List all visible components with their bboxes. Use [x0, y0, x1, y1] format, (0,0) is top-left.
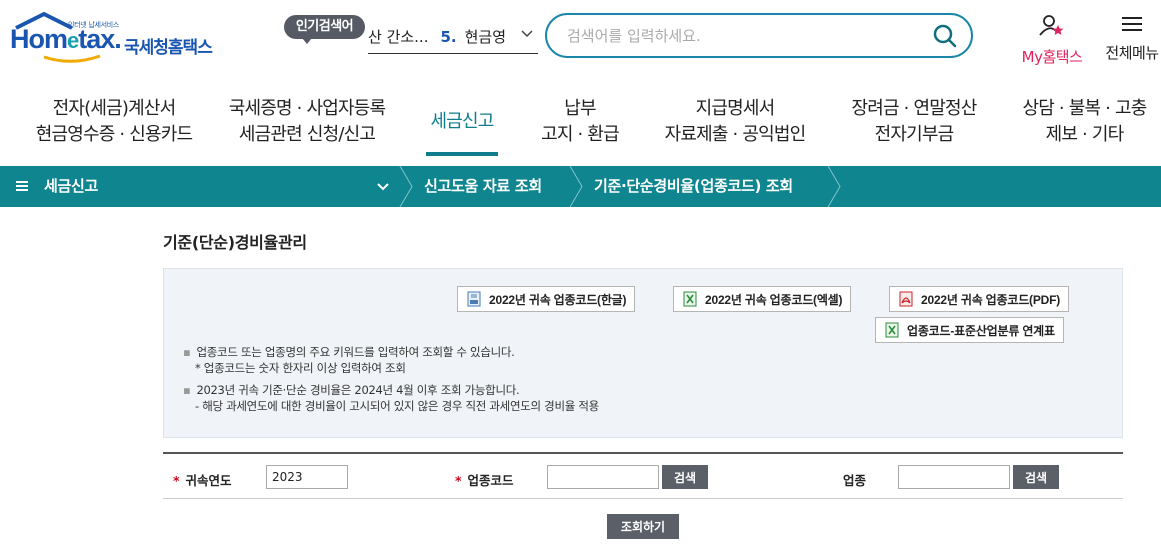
nav-item-certificates[interactable]: 국세증명 · 사업자등록 세금관련 신청/신고: [212, 96, 402, 148]
hamburger-menu-icon: [1122, 17, 1142, 31]
chevron-down-icon[interactable]: [520, 27, 534, 41]
excel-file-icon: [885, 322, 899, 338]
nav-item-consultation[interactable]: 상담 · 불복 · 고충 제보 · 기타: [1008, 96, 1161, 148]
active-tab-underline: [426, 152, 498, 156]
search-icon[interactable]: [933, 24, 957, 48]
breadcrumb-level2[interactable]: 신고도움 자료 조회: [424, 166, 542, 207]
year-input[interactable]: [266, 465, 348, 489]
nav-item-payment-statements[interactable]: 지급명세서 자료제출 · 공익법인: [650, 96, 820, 148]
download-excel-button[interactable]: 2022년 귀속 업종코드(엑셀): [673, 286, 852, 312]
nav-item-line1: 납부: [564, 98, 596, 119]
nav-item-line1: 전자(세금)계산서: [52, 98, 177, 119]
industry-code-input[interactable]: [547, 465, 659, 489]
note-subitem: * 업종코드는 숫자 한자리 이상 입력하여 조회: [195, 361, 406, 375]
popular-keyword-current[interactable]: 현금영: [465, 26, 506, 47]
nav-item-incentives[interactable]: 장려금 · 연말정산 전자기부금: [834, 96, 994, 148]
popular-keywords-badge: 인기검색어: [284, 15, 365, 44]
note-item: ▪ 업종코드 또는 업종명의 주요 키워드를 입력하여 조회할 수 있습니다.: [183, 345, 515, 359]
breadcrumb: 세금신고 신고도움 자료 조회 기준·단순경비율(업종코드) 조회: [0, 166, 1161, 207]
nav-item-line2: 제보 · 기타: [1045, 124, 1125, 145]
nav-item-line1: 지급명세서: [695, 98, 776, 119]
popular-keyword-prev[interactable]: 산 간소...: [368, 26, 428, 47]
submit-query-button[interactable]: 조회하기: [607, 514, 679, 539]
nav-item-line1: 세금신고: [430, 111, 494, 132]
nav-item-line2: 고지 · 환급: [541, 124, 620, 145]
download-excel-label: 2022년 귀속 업종코드(엑셀): [705, 292, 843, 307]
nav-item-line1: 국세증명 · 사업자등록: [228, 98, 386, 119]
logo-korean-name: 국세청홈택스: [124, 38, 213, 58]
logo-wordmark: Hometax.: [10, 24, 122, 54]
industry-code-label: * 업종코드: [455, 473, 514, 488]
nav-item-einvoice[interactable]: 전자(세금)계산서 현금영수증 · 신용카드: [24, 96, 204, 148]
search-box: [545, 13, 973, 58]
nav-item-line2: 현금영수증 · 신용카드: [35, 124, 193, 145]
breadcrumb-separator-icon: [399, 166, 413, 207]
breadcrumb-separator-icon: [827, 166, 841, 207]
industry-code-search-button[interactable]: 검색: [662, 465, 709, 489]
chevron-down-icon[interactable]: [376, 181, 390, 193]
my-hometax-label: My홈택스: [1021, 48, 1083, 66]
hometax-logo[interactable]: 인터넷 납세서비스 Hometax. 국세청홈택스: [6, 10, 221, 66]
breadcrumb-separator-icon: [569, 166, 583, 207]
breadcrumb-level3[interactable]: 기준·단순경비율(업종코드) 조회: [594, 166, 793, 207]
search-form: *귀속연도 *업종코드 검색 업종 검색: [163, 452, 1123, 499]
download-mapping-label: 업종코드-표준산업분류 연계표: [907, 323, 1055, 338]
user-star-icon: [1039, 15, 1064, 36]
list-menu-icon[interactable]: [16, 180, 28, 192]
hwp-file-icon: [467, 291, 481, 307]
year-label: * 귀속연도: [173, 473, 232, 488]
download-mapping-table-button[interactable]: 업종코드-표준산업분류 연계표: [875, 317, 1064, 343]
notes-list: ▪ 업종코드 또는 업종명의 주요 키워드를 입력하여 조회할 수 있습니다. *…: [183, 344, 599, 414]
main-nav: 전자(세금)계산서 현금영수증 · 신용카드 국세증명 · 사업자등록 세금관련…: [0, 90, 1161, 160]
nav-item-line1: 장려금 · 연말정산: [851, 98, 977, 119]
page-title: 기준(단순)경비율관리: [163, 233, 307, 252]
nav-item-payment[interactable]: 납부 고지 · 환급: [520, 96, 640, 148]
popular-keywords-ticker[interactable]: 산 간소... 5. 현금영: [368, 20, 538, 54]
note-item: ▪ 2023년 귀속 기준·단순 경비율은 2024년 4월 이후 조회 가능합니…: [183, 383, 520, 397]
industry-name-label: 업종: [843, 473, 867, 488]
all-menu-label: 전체메뉴: [1105, 44, 1159, 62]
breadcrumb-section[interactable]: 세금신고: [44, 166, 98, 207]
download-hwp-button[interactable]: 2022년 귀속 업종코드(한글): [457, 286, 636, 312]
nav-item-line2: 세금관련 신청/신고: [238, 124, 376, 145]
download-hwp-label: 2022년 귀속 업종코드(한글): [489, 292, 627, 307]
search-input[interactable]: [567, 23, 927, 49]
download-pdf-label: 2022년 귀속 업종코드(PDF): [921, 292, 1061, 307]
note-subitem: - 해당 과세연도에 대한 경비율이 고시되어 있지 않은 경우 직전 과세연도…: [195, 399, 599, 413]
industry-name-search-button[interactable]: 검색: [1013, 465, 1060, 489]
nav-item-line2: 자료제출 · 공익법인: [664, 124, 807, 145]
nav-item-line2: 전자기부금: [874, 124, 955, 145]
download-pdf-button[interactable]: 2022년 귀속 업종코드(PDF): [889, 286, 1070, 312]
logo-swoosh-icon: [43, 54, 101, 63]
all-menu-button[interactable]: 전체메뉴: [1100, 14, 1161, 63]
pdf-file-icon: [899, 291, 913, 307]
my-hometax-link[interactable]: My홈택스: [1016, 14, 1088, 67]
nav-item-line1: 상담 · 불복 · 고충: [1022, 98, 1147, 119]
industry-name-input[interactable]: [898, 465, 1010, 489]
nav-item-tax-filing[interactable]: 세금신고: [418, 109, 506, 135]
excel-file-icon: [683, 291, 697, 307]
popular-keyword-rank: 5.: [440, 27, 457, 46]
